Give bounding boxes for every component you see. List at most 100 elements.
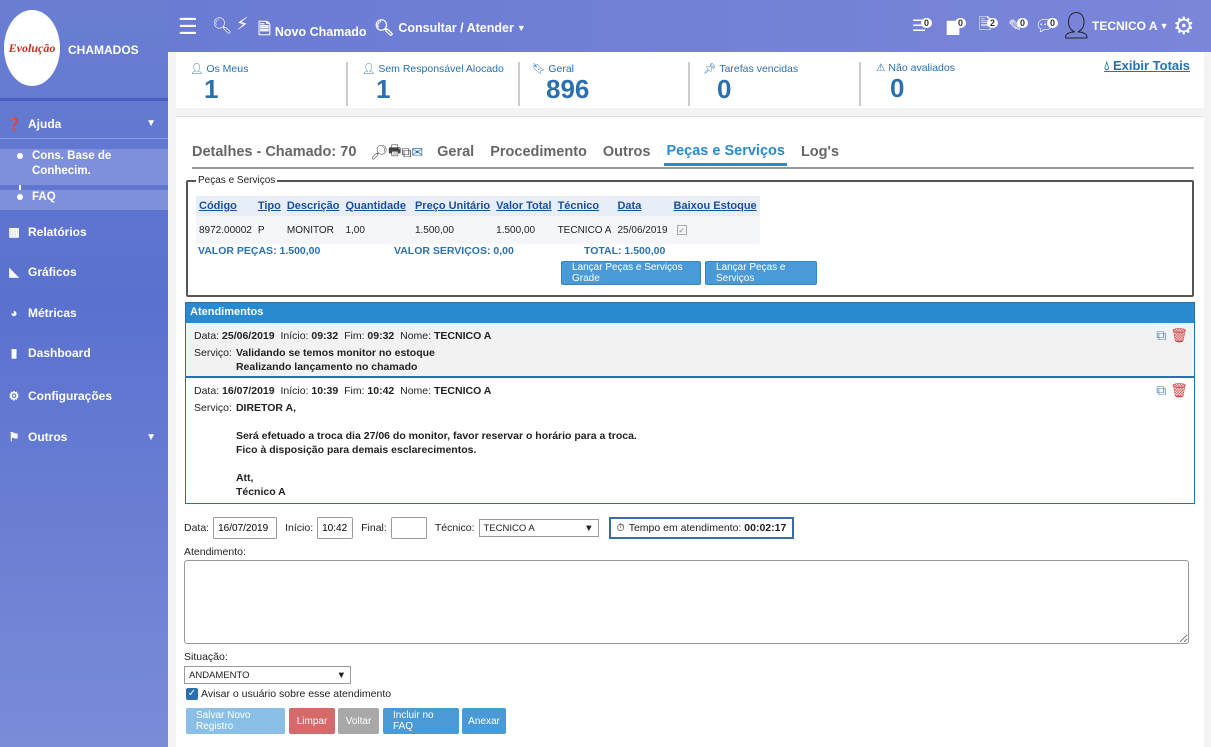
col-codigo[interactable]: Código xyxy=(196,196,255,216)
col-preco-unitario[interactable]: Preço Unitário xyxy=(408,196,494,216)
menu-toggle-icon[interactable]: ☰ xyxy=(178,14,198,40)
zoom-icon[interactable]: 🔎︎ xyxy=(370,144,388,161)
final-input[interactable] xyxy=(390,517,427,539)
novo-chamado-label: Novo Chamado xyxy=(274,24,367,39)
sidebar-item-dashboard[interactable]: ▮ Dashboard xyxy=(0,338,168,368)
sidebar-item-ajuda[interactable]: ❓ Ajuda ▼ xyxy=(0,109,168,139)
app-logo[interactable]: Evolução xyxy=(4,10,60,86)
data-input[interactable] xyxy=(213,517,278,539)
novo-chamado-button[interactable]: 🗎 Novo Chamado xyxy=(258,18,367,45)
exibir-totais-link[interactable]: 💧︎ Exibir Totais xyxy=(1104,58,1190,74)
limpar-button[interactable]: Limpar xyxy=(289,708,335,734)
stat-os-meus[interactable]: 👤︎ Os Meus 1 xyxy=(190,62,348,106)
user-avatar-icon[interactable]: 👤︎ xyxy=(1060,10,1093,41)
search-filter-icon[interactable]: 🔍︎ xyxy=(212,16,232,36)
notification-box-icon[interactable]: ▆ 0 xyxy=(938,12,968,40)
atendimento-form: Data: Início: Final: Técnico: TECNICO A ▼… xyxy=(184,517,1194,700)
sidebar-subitem-cons-base[interactable]: Cons. Base de Conhecim. xyxy=(0,149,168,185)
new-file-icon: 🗎 xyxy=(258,21,271,38)
entry-inicio: 09:32 xyxy=(311,330,339,342)
tab-outros[interactable]: Outros xyxy=(601,140,653,164)
entry-data: 16/07/2019 xyxy=(222,385,275,397)
stat-label: Geral xyxy=(548,62,575,75)
atendimento-label: Atendimento: xyxy=(184,546,246,558)
table-row[interactable]: 8972.00002 P MONITOR 1,00 1.500,00 1.500… xyxy=(196,216,760,244)
pecas-table: Código Tipo Descrição Quantidade Preço U… xyxy=(196,196,760,244)
trash-icon[interactable]: 🗑︎ xyxy=(1170,382,1188,399)
sidebar-item-outros[interactable]: ⚑ Outros ▼ xyxy=(0,422,168,452)
sidebar-item-configuracoes[interactable]: ⚙ Configurações xyxy=(0,381,168,411)
tecnico-select[interactable]: TECNICO A ▼ xyxy=(478,519,599,537)
tab-geral[interactable]: Geral xyxy=(435,140,476,164)
tab-logs[interactable]: Log's xyxy=(799,140,841,164)
situacao-value: ANDAMENTO xyxy=(189,669,250,681)
inicio-input[interactable] xyxy=(317,517,354,539)
final-label: Final: xyxy=(361,522,387,534)
badge-count: 2 xyxy=(986,18,998,28)
lancar-grade-button[interactable]: Lançar Peças e Serviços Grade xyxy=(561,261,701,285)
entry-fim: 09:32 xyxy=(367,330,395,342)
avisar-checkbox[interactable]: ✓ xyxy=(186,688,198,700)
tab-pecas-servicos[interactable]: Peças e Serviços xyxy=(664,139,787,166)
pie-chart-icon: ◕ xyxy=(10,306,18,320)
form-row-times: Data: Início: Final: Técnico: TECNICO A ▼… xyxy=(184,517,1194,539)
table-icon: ▦ xyxy=(8,225,20,239)
question-circle-icon: ❓ xyxy=(6,116,22,131)
col-baixou-estoque[interactable]: Baixou Estoque xyxy=(670,196,760,216)
badge-count: 0 xyxy=(1016,18,1028,28)
gear-icon[interactable]: ⚙ xyxy=(1173,12,1195,41)
anexar-button[interactable]: Anexar xyxy=(462,708,506,734)
stat-geral[interactable]: 🔖︎ Geral 896 xyxy=(532,62,690,106)
user-menu[interactable]: TECNICO A ▼ xyxy=(1092,19,1168,33)
stat-sem-responsavel[interactable]: 👤︎ Sem Responsável Alocado 1 xyxy=(362,62,520,106)
tempo-value: 00:02:17 xyxy=(744,522,787,534)
notification-doc-icon[interactable]: 🗎 2 xyxy=(970,12,1000,40)
salvar-novo-registro-button[interactable]: Salvar Novo Registro xyxy=(186,708,285,734)
col-data[interactable]: Data xyxy=(614,196,671,216)
lbl-nome: Nome: xyxy=(400,385,432,397)
badge-count: 0 xyxy=(920,18,932,28)
col-quantidade[interactable]: Quantidade xyxy=(342,196,409,216)
search-icon: 🔍︎ xyxy=(374,20,395,37)
notification-list-icon[interactable]: ☰ 0 xyxy=(904,12,934,40)
copy-icon[interactable]: ⧉ xyxy=(1156,327,1166,344)
valor-total: TOTAL: 1.500,00 xyxy=(584,245,666,257)
atendimento-textarea[interactable] xyxy=(184,560,1189,644)
chevron-down-icon: ▼ xyxy=(146,431,156,443)
tab-procedimento[interactable]: Procedimento xyxy=(488,140,589,164)
sidebar-item-metricas[interactable]: ◕ Métricas xyxy=(0,298,168,328)
lancar-button[interactable]: Lançar Peças e Serviços xyxy=(705,261,817,285)
avisar-usuario-row: ✓ Avisar o usuário sobre esse atendiment… xyxy=(186,688,391,700)
sidebar-item-label: Dashboard xyxy=(28,346,91,360)
incluir-faq-button[interactable]: Incluir no FAQ xyxy=(383,708,459,734)
entry-inicio: 10:39 xyxy=(311,385,339,397)
entry-tools: ⧉ 🗑︎ xyxy=(1156,327,1188,344)
col-tipo[interactable]: Tipo xyxy=(254,196,284,216)
trash-icon[interactable]: 🗑︎ xyxy=(1170,327,1188,344)
situacao-select[interactable]: ANDAMENTO ▼ xyxy=(184,666,351,684)
consultar-label: Consultar / Atender xyxy=(398,21,514,35)
outlook-icon[interactable]: ✉ xyxy=(411,144,423,161)
copy-icon[interactable]: ⧉ xyxy=(1156,382,1166,399)
notification-chat-icon[interactable]: 💬︎ 0 xyxy=(1030,12,1060,40)
consultar-atender-menu[interactable]: 🔍︎ Consultar / Atender ▼ xyxy=(374,18,526,38)
sidebar-item-relatorios[interactable]: ▦ Relatórios xyxy=(0,217,168,247)
print-icon[interactable]: 🖶 xyxy=(388,140,401,164)
data-label: Data: xyxy=(184,522,210,534)
notification-wrench-icon[interactable]: ✎ 0 xyxy=(1000,12,1030,40)
copy-icon[interactable]: ⧉ xyxy=(401,144,411,161)
col-descricao[interactable]: Descrição xyxy=(283,196,343,216)
user-name: TECNICO A xyxy=(1092,19,1158,33)
sidebar-item-graficos[interactable]: ◣ Gráficos xyxy=(0,257,168,287)
logo-text: Evolução xyxy=(8,40,56,55)
stat-nao-avaliados[interactable]: ⚠ Não avaliados 0 xyxy=(876,62,1034,106)
sidebar-subitem-faq[interactable]: FAQ xyxy=(0,190,168,210)
caret-down-icon: ▼ xyxy=(584,522,594,534)
col-valor-total[interactable]: Valor Total xyxy=(493,196,555,216)
voltar-button[interactable]: Voltar xyxy=(338,708,379,734)
sidebar-item-label: Ajuda xyxy=(28,116,62,131)
stat-tarefas-vencidas[interactable]: 📌︎ Tarefas vencidas 0 xyxy=(703,62,861,106)
col-tecnico[interactable]: Técnico xyxy=(554,196,615,216)
bolt-icon[interactable]: ⚡︎ xyxy=(236,14,249,35)
cell-descricao: MONITOR xyxy=(283,216,343,244)
